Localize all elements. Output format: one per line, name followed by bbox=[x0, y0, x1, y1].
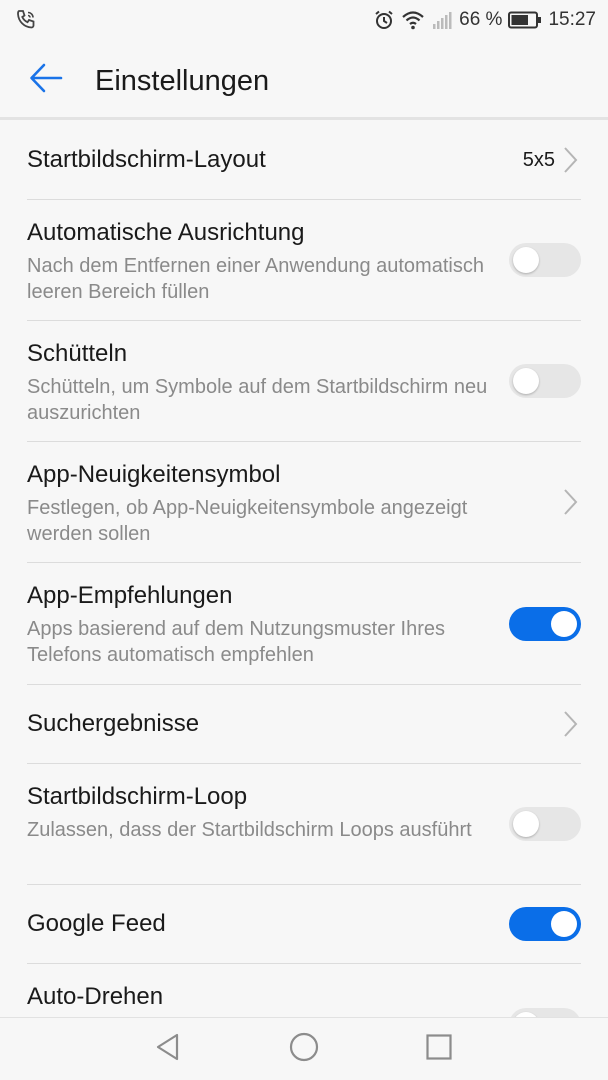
toggle-knob bbox=[513, 368, 539, 394]
battery-percent: 66 % bbox=[459, 9, 503, 30]
setting-summary: Festlegen, ob App-Neuigkeitensymbole ang… bbox=[27, 497, 468, 545]
setting-title: Suchergebnisse bbox=[27, 710, 200, 737]
chevron-right-icon bbox=[563, 146, 579, 174]
toggle-knob bbox=[513, 811, 539, 837]
setting-title: Startbildschirm-Layout bbox=[27, 146, 266, 173]
page-title: Einstellungen bbox=[95, 65, 270, 97]
setting-value: 5x5 bbox=[522, 149, 555, 171]
setting-app-neuigkeitensymbol[interactable]: App-Neuigkeitensymbol Festlegen, ob App-… bbox=[0, 442, 608, 563]
setting-google-feed[interactable]: Google Feed bbox=[0, 885, 608, 964]
nav-home-icon bbox=[288, 1031, 320, 1068]
setting-title: Startbildschirm-Loop bbox=[27, 783, 248, 810]
toggle-switch-off[interactable] bbox=[509, 807, 581, 841]
setting-title: Google Feed bbox=[27, 910, 166, 937]
toggle-knob bbox=[513, 247, 539, 273]
setting-title: App-Empfehlungen bbox=[27, 582, 233, 609]
setting-auto-drehen[interactable]: Auto-Drehen bbox=[0, 964, 608, 1042]
toggle-knob bbox=[551, 611, 577, 637]
nav-recents-button[interactable] bbox=[421, 1031, 457, 1067]
status-icons: 66 % 15:27 bbox=[373, 6, 596, 34]
setting-automatische-ausrichtung[interactable]: Automatische Ausrichtung Nach dem Entfer… bbox=[0, 200, 608, 321]
nav-recents-icon bbox=[424, 1032, 454, 1067]
battery-icon bbox=[508, 11, 542, 29]
status-bar: 66 % 15:27 bbox=[0, 0, 608, 40]
chevron-right-icon bbox=[563, 710, 579, 738]
setting-schuetteln[interactable]: Schütteln Schütteln, um Symbole auf dem … bbox=[0, 321, 608, 442]
setting-suchergebnisse[interactable]: Suchergebnisse bbox=[0, 685, 608, 764]
back-button[interactable] bbox=[26, 60, 66, 100]
setting-summary: Nach dem Entfernen einer Anwendung autom… bbox=[27, 255, 484, 303]
nav-back-button[interactable] bbox=[150, 1031, 186, 1067]
toggle-switch-on[interactable] bbox=[509, 607, 581, 641]
nav-home-button[interactable] bbox=[286, 1031, 322, 1067]
setting-title: App-Neuigkeitensymbol bbox=[27, 461, 281, 488]
setting-startbildschirm-loop[interactable]: Startbildschirm-Loop Zulassen, dass der … bbox=[0, 764, 608, 885]
toggle-switch-off[interactable] bbox=[509, 243, 581, 277]
setting-app-empfehlungen[interactable]: App-Empfehlungen Apps basierend auf dem … bbox=[0, 563, 608, 685]
chevron-right-icon bbox=[563, 488, 579, 516]
app-header: Einstellungen bbox=[0, 40, 608, 120]
toggle-switch-on[interactable] bbox=[509, 907, 581, 941]
settings-list: Startbildschirm-Layout 5x5 Automatische … bbox=[0, 120, 608, 1042]
setting-title: Schütteln bbox=[27, 340, 128, 367]
setting-summary: Apps basierend auf dem Nutzungsmuster Ih… bbox=[27, 618, 445, 666]
setting-startbildschirm-layout[interactable]: Startbildschirm-Layout 5x5 bbox=[0, 120, 608, 200]
toggle-switch-off[interactable] bbox=[509, 364, 581, 398]
setting-title: Automatische Ausrichtung bbox=[27, 219, 305, 246]
nav-back-icon bbox=[153, 1032, 183, 1067]
navigation-bar bbox=[0, 1017, 608, 1080]
setting-summary: Zulassen, dass der Startbildschirm Loops… bbox=[27, 819, 472, 841]
toggle-knob bbox=[551, 911, 577, 937]
signal-icon bbox=[431, 9, 453, 31]
arrow-left-icon bbox=[29, 63, 63, 98]
clock: 15:27 bbox=[548, 9, 596, 30]
alarm-icon bbox=[373, 9, 395, 31]
setting-summary: Schütteln, um Symbole auf dem Startbilds… bbox=[27, 376, 488, 424]
settings-screen: 66 % 15:27 Einstellungen Startbildschirm… bbox=[0, 0, 608, 1080]
phone-wifi-call-icon bbox=[14, 8, 38, 32]
setting-title: Auto-Drehen bbox=[27, 983, 164, 1010]
wifi-icon bbox=[401, 9, 425, 31]
